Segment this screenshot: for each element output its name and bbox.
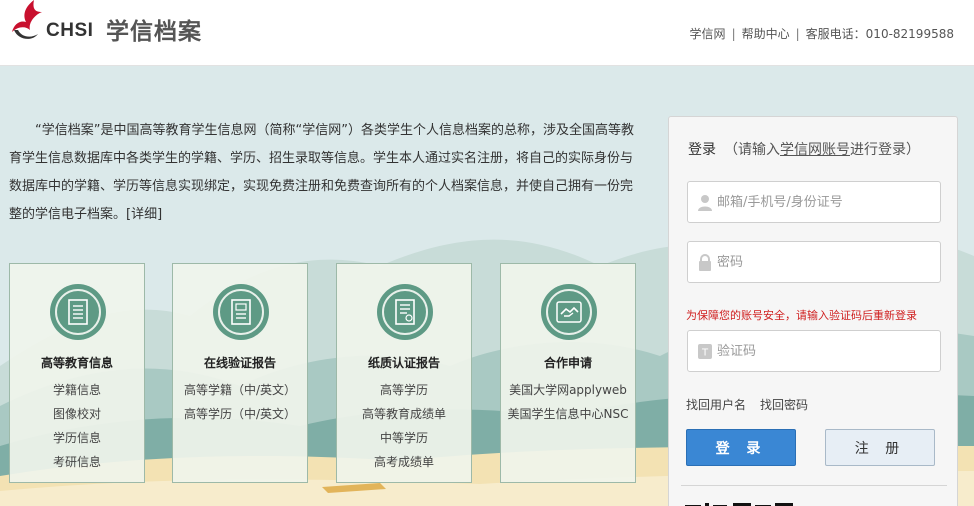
- card-online-report: 在线验证报告 高等学籍（中/英文） 高等学历（中/英文）: [172, 263, 308, 483]
- card-title: 纸质认证报告: [367, 356, 440, 370]
- qr-code-heading-fragment: [685, 503, 793, 506]
- intro-paragraph: “学信档案”是中国高等教育学生信息网（简称“学信网”）各类学生个人信息档案的总称…: [9, 117, 641, 229]
- login-title: 登录: [688, 142, 716, 158]
- login-hint-prefix: （请输入: [724, 142, 780, 158]
- handshake-icon[interactable]: [546, 289, 592, 335]
- certificate-icon[interactable]: [218, 289, 264, 335]
- username-field[interactable]: [687, 181, 941, 223]
- captcha-field[interactable]: T: [687, 330, 941, 372]
- card-link[interactable]: 高等学历: [337, 378, 471, 402]
- card-link[interactable]: 美国学生信息中心NSC: [501, 402, 635, 426]
- card-title: 高等教育信息: [40, 356, 113, 370]
- card-link[interactable]: 高等学历（中/英文）: [173, 402, 307, 426]
- card-link[interactable]: 高考成绩单: [337, 450, 471, 474]
- card-icon-circle: [541, 284, 597, 340]
- card-link[interactable]: 高等教育成绩单: [337, 402, 471, 426]
- site-logo[interactable]: CHSI 学信档案: [6, 0, 206, 50]
- card-link[interactable]: 美国大学网applyweb: [501, 378, 635, 402]
- chsi-flame-logo-icon: [12, 0, 42, 39]
- card-link[interactable]: 考研信息: [10, 450, 144, 474]
- card-education-info: 高等教育信息 学籍信息 图像校对 学历信息 考研信息: [9, 263, 145, 483]
- hotline-text: 客服电话：010-82199588: [805, 27, 954, 41]
- logo-chsi-text: CHSI: [46, 20, 94, 41]
- login-hint: （请输入学信网账号进行登录）: [724, 142, 920, 158]
- recovery-links: 找回用户名 找回密码: [686, 396, 822, 413]
- card-link[interactable]: 学籍信息: [10, 378, 144, 402]
- captcha-icon: T: [698, 344, 712, 359]
- login-button[interactable]: 登 录: [686, 429, 796, 466]
- login-hint-suffix: 进行登录）: [850, 142, 920, 158]
- username-input[interactable]: [717, 182, 937, 222]
- top-link-chsi[interactable]: 学信网: [690, 27, 726, 41]
- captcha-input[interactable]: [717, 331, 937, 371]
- intro-text: “学信档案”是中国高等教育学生信息网（简称“学信网”）各类学生个人信息档案的总称…: [9, 123, 634, 222]
- chsi-account-link[interactable]: 学信网账号: [780, 142, 850, 158]
- site-header: CHSI 学信档案 学信网 | 帮助中心 | 客服电话：010-82199588: [0, 0, 974, 66]
- top-links: 学信网 | 帮助中心 | 客服电话：010-82199588: [690, 25, 954, 42]
- card-link-list: 高等学籍（中/英文） 高等学历（中/英文）: [173, 378, 307, 426]
- card-icon-circle: [213, 284, 269, 340]
- login-panel: 登录 （请输入学信网账号进行登录） 为保障您的账号安全，请输入验证码后重新登录 T…: [668, 116, 958, 506]
- card-cooperation: 合作申请 美国大学网applyweb 美国学生信息中心NSC: [500, 263, 636, 483]
- find-username-link[interactable]: 找回用户名: [686, 398, 746, 412]
- card-link-list: 高等学历 高等教育成绩单 中等学历 高考成绩单: [337, 378, 471, 474]
- password-field[interactable]: [687, 241, 941, 283]
- card-paper-report: 纸质认证报告 高等学历 高等教育成绩单 中等学历 高考成绩单: [336, 263, 472, 483]
- divider: [681, 485, 947, 486]
- site-title: 学信档案: [106, 19, 202, 45]
- user-icon: [698, 195, 712, 211]
- card-title: 在线验证报告: [203, 356, 276, 370]
- security-warning: 为保障您的账号安全，请输入验证码后重新登录: [686, 309, 917, 322]
- card-link[interactable]: 高等学籍（中/英文）: [173, 378, 307, 402]
- paper-report-icon[interactable]: [382, 289, 428, 335]
- register-button[interactable]: 注 册: [825, 429, 935, 466]
- card-link[interactable]: 图像校对: [10, 402, 144, 426]
- document-list-icon[interactable]: [55, 289, 101, 335]
- find-password-link[interactable]: 找回密码: [760, 398, 808, 412]
- password-input[interactable]: [717, 242, 937, 282]
- card-title: 合作申请: [543, 356, 592, 370]
- top-link-help[interactable]: 帮助中心: [742, 27, 790, 41]
- card-link[interactable]: 学历信息: [10, 426, 144, 450]
- separator: |: [795, 27, 800, 41]
- lock-icon: [699, 254, 711, 271]
- detail-link[interactable]: [详细]: [126, 207, 162, 222]
- card-link-list: 学籍信息 图像校对 学历信息 考研信息: [10, 378, 144, 474]
- card-link-list: 美国大学网applyweb 美国学生信息中心NSC: [501, 378, 635, 426]
- separator: |: [731, 27, 736, 41]
- svg-text:T: T: [701, 348, 709, 359]
- login-heading: 登录 （请输入学信网账号进行登录）: [688, 139, 920, 159]
- card-icon-circle: [50, 284, 106, 340]
- card-link[interactable]: 中等学历: [337, 426, 471, 450]
- card-icon-circle: [377, 284, 433, 340]
- main-area: “学信档案”是中国高等教育学生信息网（简称“学信网”）各类学生个人信息档案的总称…: [0, 66, 974, 506]
